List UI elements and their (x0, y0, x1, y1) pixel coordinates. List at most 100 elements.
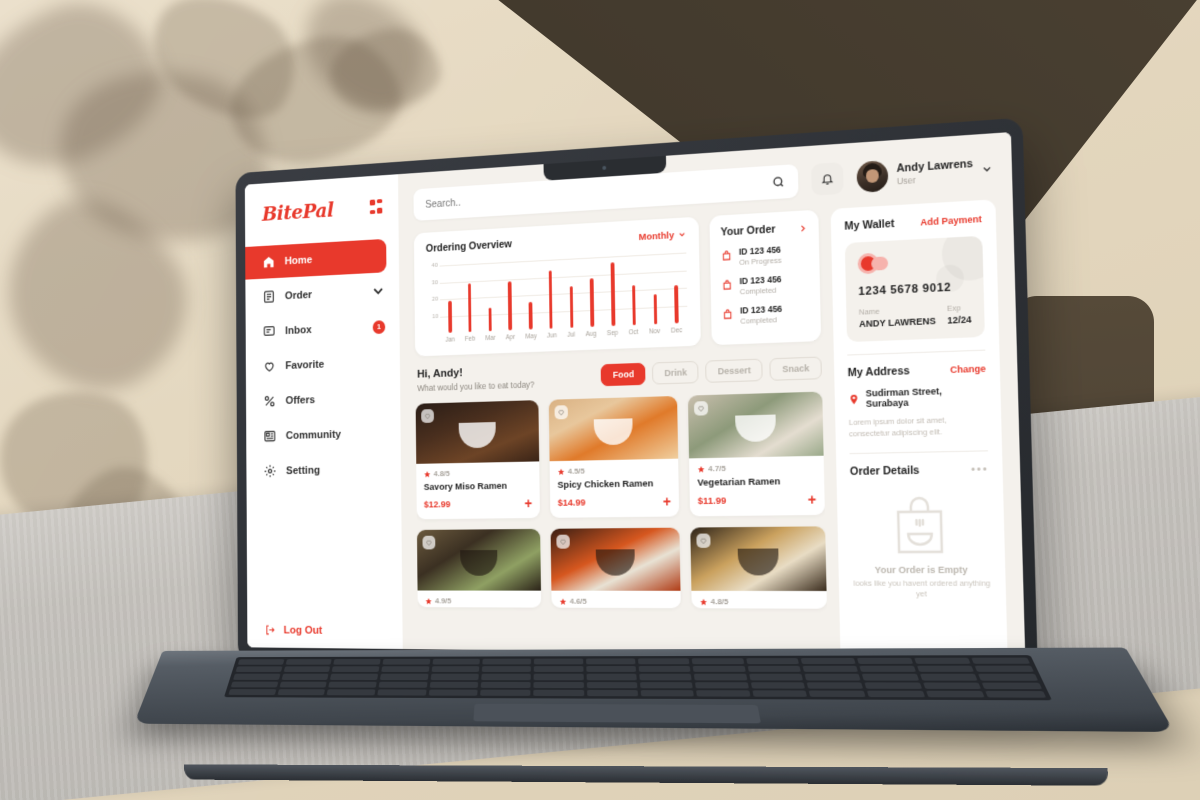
keyboard-key (804, 673, 861, 681)
sidebar-item-setting[interactable]: Setting (246, 452, 401, 488)
percent-icon (263, 394, 276, 409)
y-tick: 30 (431, 280, 438, 287)
filter-chip-dessert[interactable]: Dessert (705, 358, 764, 383)
keyboard-key (638, 665, 691, 673)
favorite-button[interactable] (421, 409, 434, 424)
address-description: Lorem ipsum dolor sit amet, consectetur … (848, 415, 947, 439)
keyboard-key (430, 673, 480, 680)
empty-order-state: Your Order is Empty looks like you haven… (850, 492, 991, 601)
keyboard-key (802, 665, 859, 672)
keyboard-key (745, 657, 800, 665)
favorite-button[interactable] (422, 535, 436, 550)
bar-Feb (467, 282, 472, 333)
keyboard-key (428, 689, 478, 696)
sidebar-item-community[interactable]: Community (246, 416, 401, 453)
food-card[interactable]: 4.9/5 (416, 529, 542, 608)
notifications-button[interactable] (811, 162, 844, 196)
food-rating: 4.9/5 (425, 597, 534, 606)
change-address-button[interactable]: Change (950, 363, 986, 375)
chart-title: Ordering Overview (425, 238, 512, 255)
filter-chip-drink[interactable]: Drink (652, 360, 700, 385)
sidebar-item-label: Order (284, 288, 313, 302)
keyboard-key (861, 673, 919, 681)
add-to-cart-button[interactable]: + (524, 495, 532, 511)
keyboard-key (381, 666, 430, 673)
heart-icon (559, 538, 567, 546)
add-payment-button[interactable]: Add Payment (920, 214, 982, 228)
keyboard-key (585, 665, 637, 673)
keyboard-key (696, 690, 751, 697)
heart-icon (263, 359, 276, 374)
bar-Apr (508, 280, 513, 331)
bar-series (440, 250, 688, 334)
keyboard-key (228, 688, 276, 696)
filter-chip-food[interactable]: Food (601, 362, 646, 386)
keyboard-key (482, 666, 531, 673)
bowl-shape (593, 417, 633, 445)
favorite-button[interactable] (556, 534, 570, 549)
keyboard-key (533, 689, 584, 697)
chart-period-selector[interactable]: Monthly (639, 229, 686, 243)
category-filters: Food Drink Dessert Snack (601, 356, 822, 386)
sidebar-nav: Home Order Inbox 1 Favorite Offers Commu… (245, 238, 401, 488)
heart-icon (699, 537, 707, 545)
sidebar-item-offers[interactable]: Offers (246, 380, 400, 418)
keyboard-key (586, 681, 638, 689)
keyboard-key (639, 673, 692, 681)
chevron-down-icon[interactable] (981, 163, 992, 174)
keyboard-key (533, 665, 584, 673)
your-order-card: Your Order ID 123 456 On Progress ID 123 4… (709, 209, 822, 346)
stats-row: Ordering Overview Monthly 40 30 20 10 Ja… (413, 209, 822, 357)
user-profile[interactable]: Andy Lawrens User (856, 153, 993, 193)
filter-chip-snack[interactable]: Snack (769, 356, 822, 381)
logout-label: Log Out (283, 624, 323, 637)
order-list-item[interactable]: ID 123 456 Completed (722, 303, 809, 327)
grid-icon[interactable] (369, 199, 383, 214)
food-card[interactable]: 4.6/5 (550, 527, 681, 609)
food-card[interactable]: 4.5/5 Spicy Chicken Ramen $14.99 + (548, 396, 680, 518)
x-tick: Jan (445, 336, 455, 344)
keyboard (223, 654, 1053, 701)
sidebar-item-inbox[interactable]: Inbox 1 (246, 309, 400, 349)
keyboard-key (333, 658, 381, 665)
sidebar-item-label: Community (285, 428, 342, 442)
gear-icon (264, 464, 277, 478)
chart-period-label: Monthly (638, 229, 675, 243)
add-to-cart-button[interactable]: + (663, 493, 671, 509)
keyboard-key (533, 673, 584, 680)
chevron-right-icon[interactable] (798, 223, 807, 233)
favorite-button[interactable] (693, 401, 709, 416)
logout-button[interactable]: Log Out (247, 624, 402, 650)
search-input[interactable] (425, 176, 773, 211)
sidebar-item-order[interactable]: Order (245, 274, 399, 315)
favorite-button[interactable] (696, 533, 711, 549)
favorite-button[interactable] (554, 405, 568, 420)
bag-icon (721, 249, 732, 262)
order-list-item[interactable]: ID 123 456 Completed (721, 273, 808, 298)
ordering-overview-card: Ordering Overview Monthly 40 30 20 10 Ja… (413, 216, 701, 357)
star-icon (557, 468, 565, 475)
search-icon[interactable] (772, 175, 785, 189)
food-image (416, 529, 541, 591)
add-to-cart-button[interactable]: + (808, 491, 817, 508)
logout-icon (265, 624, 276, 637)
address-header: My Address Change (848, 362, 986, 379)
keyboard-key (586, 673, 638, 681)
keyboard-key (806, 682, 864, 689)
payment-card[interactable]: 1234 5678 9012 Name ANDY LAWRENS Exp 12/… (844, 235, 985, 343)
food-card[interactable]: 4.8/5 (690, 526, 827, 609)
food-card[interactable]: 4.8/5 Savory Miso Ramen $12.99 + (415, 400, 540, 520)
food-name: Savory Miso Ramen (423, 480, 508, 494)
sidebar-item-home[interactable]: Home (245, 238, 387, 280)
keyboard-key (859, 665, 916, 672)
heart-icon (425, 539, 432, 547)
sidebar-item-favorite[interactable]: Favorite (246, 345, 400, 384)
laptop-lid: BitePal Home Order Inbox 1 Favorite Offe… (235, 117, 1038, 673)
more-dots-icon[interactable]: ••• (971, 463, 989, 476)
keyboard-key (379, 673, 429, 680)
keyboard-key (691, 657, 744, 665)
food-card[interactable]: 4.7/5 Vegetarian Ramen $11.99 + (687, 391, 825, 517)
sidebar-item-label: Setting (286, 464, 321, 477)
chevron-down-icon (371, 284, 384, 299)
order-list-item[interactable]: ID 123 456 On Progress (721, 243, 808, 268)
